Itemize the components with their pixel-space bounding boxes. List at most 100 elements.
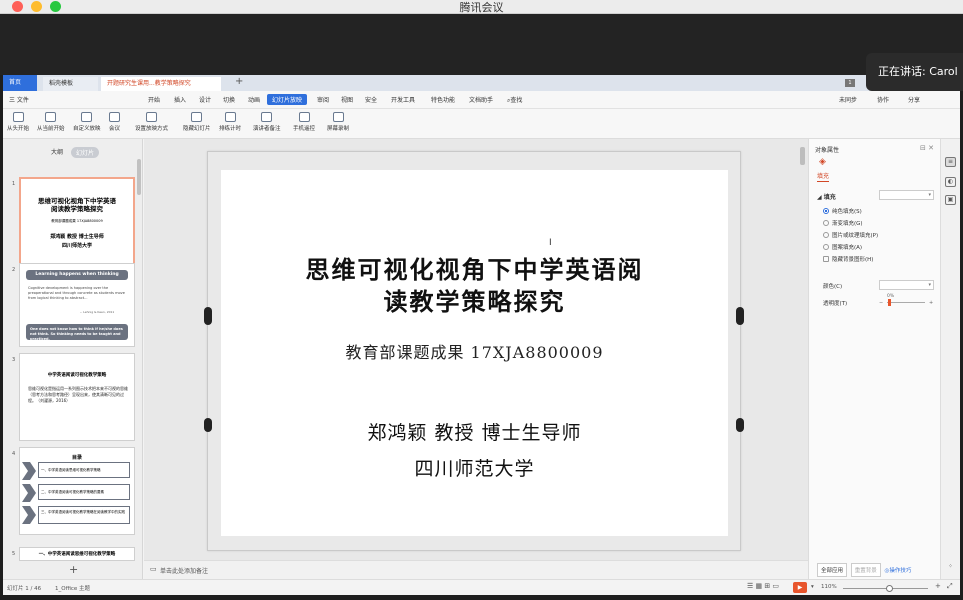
menu-view[interactable]: 视图: [341, 95, 353, 104]
slide-subtitle[interactable]: 教育部课题成果 17XJA8800009: [221, 339, 728, 363]
solid-fill-radio[interactable]: 纯色填充(S): [823, 207, 862, 215]
tab-slides[interactable]: 幻灯片: [71, 147, 100, 158]
right-handle-lower[interactable]: [736, 418, 744, 432]
left-handle-lower[interactable]: [204, 418, 212, 432]
custom-show-button[interactable]: 自定义放映: [73, 112, 101, 132]
tips-link[interactable]: ◎操作技巧: [885, 568, 912, 574]
notes-bar[interactable]: ▭ 单击此处添加备注: [144, 560, 808, 579]
view-mode-icons[interactable]: ☰ ▦ ⊞ ▭: [747, 582, 779, 590]
play-icon: [12, 112, 24, 122]
radio-indicator: [823, 208, 829, 214]
slider-knob[interactable]: [888, 299, 891, 306]
fill-section-header[interactable]: ◢ 填充: [817, 192, 836, 201]
meeting-button[interactable]: 会议: [109, 112, 120, 132]
menu-insert[interactable]: 插入: [174, 95, 186, 104]
play-from-current-button[interactable]: 从当前开始: [37, 112, 65, 132]
picture-fill-radio[interactable]: 图片或纹理填充(P): [823, 231, 878, 239]
slide-number: 1: [12, 181, 16, 187]
zoom-knob[interactable]: [885, 585, 893, 592]
hide-slide-button[interactable]: 隐藏幻灯片: [183, 112, 211, 132]
zoom-value[interactable]: 110%: [821, 584, 837, 590]
zoom-in-icon[interactable]: +: [935, 582, 941, 590]
menu-features[interactable]: 特色功能: [431, 95, 455, 104]
color-label: 颜色(C): [823, 284, 843, 290]
slide-frame: 思维可视化视角下中学英语阅 读教学策略探究 教育部课题成果 17XJA88000…: [204, 151, 744, 551]
transparency-label: 透明度(T): [823, 301, 848, 307]
slide-thumbnail-1[interactable]: 思维可视化视角下中学英语阅读教学策略探究 教育部课题成果 17XJA880000…: [19, 177, 135, 265]
slide-thumbnail-2[interactable]: Learning happens when thinking involved …: [19, 263, 135, 347]
file-menu[interactable]: 三 文件: [9, 95, 29, 104]
panel-pin-close-icon[interactable]: ⊟ ✕: [920, 144, 934, 152]
add-slide-button[interactable]: +: [69, 563, 78, 576]
menu-start[interactable]: 开始: [148, 95, 160, 104]
menu-design[interactable]: 设计: [199, 95, 211, 104]
play-from-start-button[interactable]: 从头开始: [7, 112, 29, 132]
more-tools-icon[interactable]: ⁘: [945, 563, 956, 573]
slide-thumbnail-3[interactable]: 中学英语阅读可视化教学策略 思维可视化是指运用一系列图示技术把本来不可视的思维（…: [19, 353, 135, 441]
menu-animation[interactable]: 动画: [248, 95, 260, 104]
tab-home[interactable]: 首页: [3, 75, 37, 91]
thumb-title: 思维可视化视角下中学英语阅读教学策略探究: [38, 197, 116, 213]
properties-icon[interactable]: ≡: [945, 157, 956, 167]
menu-security[interactable]: 安全: [365, 95, 377, 104]
window-count-badge[interactable]: 1: [845, 79, 855, 87]
toc-item: 二、中学英语阅读可视化教学策略的要素: [38, 484, 130, 500]
phone-remote-button[interactable]: 手机遥控: [293, 112, 315, 132]
thumb-title: 中学英语阅读可视化教学策略: [47, 373, 107, 378]
apply-all-button[interactable]: 全部应用: [817, 563, 848, 577]
slide-author[interactable]: 郑鸿颖 教授 博士生导师: [221, 418, 728, 445]
pattern-fill-radio[interactable]: 图案填充(A): [823, 243, 862, 251]
color-select[interactable]: ▾: [879, 280, 934, 290]
document-tab-bar: 首页 稻壳模板 开题研究生课用...教学策略探究 + 1: [3, 75, 960, 91]
thumb-citation: -- Lehnig & Keen, 2011: [80, 310, 115, 314]
tab-template[interactable]: 稻壳模板: [43, 77, 98, 91]
notes-placeholder[interactable]: 单击此处添加备注: [160, 566, 208, 575]
setup-show-button[interactable]: 设置放映方式: [135, 112, 168, 132]
menu-assistant[interactable]: 文档助手: [469, 95, 493, 104]
slideshow-play-button[interactable]: ▶: [793, 582, 807, 593]
slide-content[interactable]: 思维可视化视角下中学英语阅 读教学策略探究 教育部课题成果 17XJA88000…: [221, 170, 728, 536]
thumb-body: 思维可视化是指运用一系列图示技术把本来不可视的思维（思考方法和思考路径）呈现出来…: [28, 386, 128, 403]
add-tab-button[interactable]: +: [229, 75, 243, 89]
thumb-banner: Learning happens when thinking involved: [26, 270, 128, 287]
collab-button[interactable]: 协作: [877, 95, 889, 104]
status-bar: 幻灯片 1 / 46 1_Office 主题 ☰ ▦ ⊞ ▭ ▶ ▾ 110% …: [3, 579, 960, 595]
slide-thumbnail-5[interactable]: 一、中学英语阅读思维可视化教学策略: [19, 547, 135, 561]
tab-fill[interactable]: 填充: [817, 171, 830, 182]
canvas-scrollbar[interactable]: [800, 147, 805, 165]
fill-type-select[interactable]: ▾: [879, 190, 934, 200]
gradient-fill-radio[interactable]: 渐变填充(G): [823, 219, 863, 227]
zoom-slider[interactable]: [843, 585, 928, 592]
zoom-menu-icon[interactable]: ▾: [811, 584, 814, 590]
screen-record-button[interactable]: 屏幕录制: [327, 112, 349, 132]
slide-title-line1[interactable]: 思维可视化视角下中学英语阅: [221, 250, 728, 285]
menu-developer[interactable]: 开发工具: [391, 95, 415, 104]
menu-review[interactable]: 审阅: [317, 95, 329, 104]
right-tool-strip: ≡ ◐ ▣ ⁘: [940, 139, 960, 579]
hide-bg-checkbox[interactable]: 隐藏背景图形(H): [823, 255, 873, 263]
phone-icon: [298, 112, 310, 122]
speaking-indicator: 正在讲话: Carol: [866, 53, 963, 91]
slide-school[interactable]: 四川师范大学: [221, 454, 728, 481]
tab-outline[interactable]: 大纲: [51, 147, 63, 156]
left-handle[interactable]: [204, 307, 212, 325]
search-button[interactable]: ⌕查找: [507, 95, 522, 105]
copy-icon[interactable]: ▣: [945, 195, 956, 205]
sync-status[interactable]: 未同步: [839, 95, 857, 104]
slide-number: 5: [12, 551, 16, 557]
fit-window-icon[interactable]: ⤢: [947, 582, 953, 591]
slide-title-line2[interactable]: 读教学策略探究: [221, 282, 728, 317]
tab-document[interactable]: 开题研究生课用...教学策略探究: [101, 77, 221, 91]
thumbs-scrollbar[interactable]: [137, 159, 141, 195]
slide-thumbnail-4[interactable]: 目录 一、中学英语阅读思维可视化教学策略 二、中学英语阅读可视化教学策略的要素 …: [19, 447, 135, 535]
style-icon[interactable]: ◐: [945, 177, 956, 187]
transparency-slider[interactable]: 0% − +: [879, 294, 934, 307]
reset-bg-button[interactable]: 重置背景: [850, 563, 881, 577]
menu-slideshow[interactable]: 幻灯片放映: [267, 94, 308, 105]
rehearse-timing-button[interactable]: 排练计时: [219, 112, 241, 132]
right-handle[interactable]: [736, 307, 744, 325]
menu-transition[interactable]: 切换: [223, 95, 235, 104]
record-icon: [332, 112, 344, 122]
presenter-notes-button[interactable]: 演讲者备注: [253, 112, 281, 132]
share-button[interactable]: 分享: [908, 95, 920, 104]
